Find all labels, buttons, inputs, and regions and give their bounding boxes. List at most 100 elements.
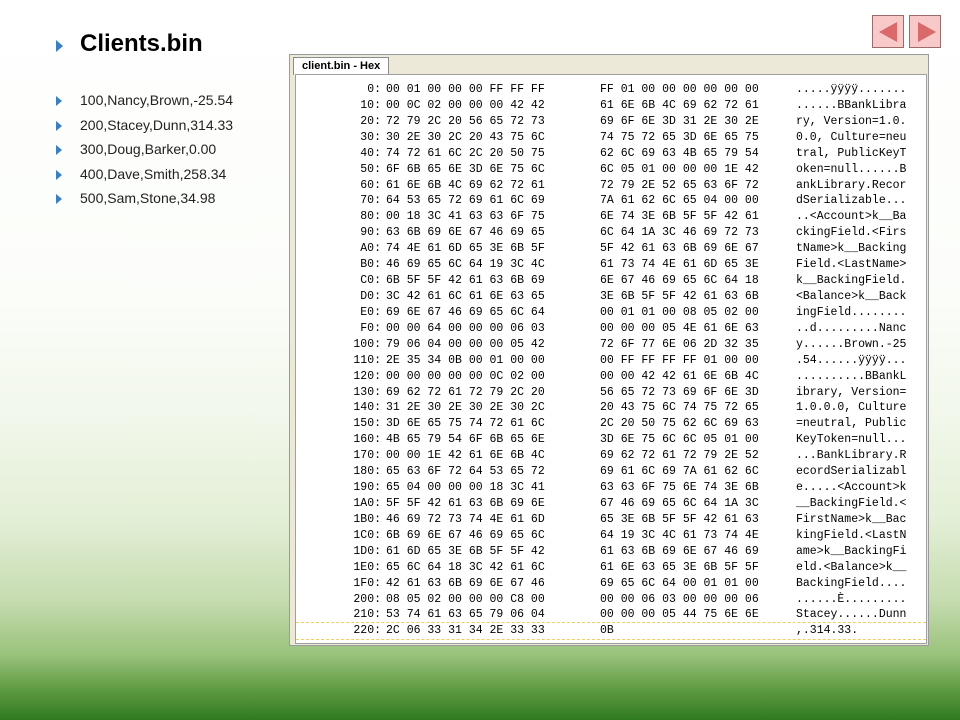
hex-row: 1C0: 6B 69 6E 67 46 69 65 6C 64 19 3C 4C 6… bbox=[296, 528, 926, 544]
page-title: Clients.bin bbox=[80, 30, 203, 57]
ascii-text: y......Brown.-25 bbox=[796, 337, 907, 351]
hex-bytes-first: 3C 42 61 6C 61 6E 63 65 bbox=[386, 289, 545, 303]
hex-offset: 180: bbox=[353, 465, 381, 479]
ascii-text: ibrary, Version= bbox=[796, 385, 907, 399]
hex-row: 80: 00 18 3C 41 63 63 6F 75 6E 74 3E 6B 5F… bbox=[296, 209, 926, 225]
hex-bytes-second: 61 6E 63 65 3E 6B 5F 5F bbox=[600, 560, 759, 574]
ascii-text: ..........BBankL bbox=[796, 369, 907, 383]
ascii-text: 1.0.0.0, Culture bbox=[796, 401, 907, 415]
hex-bytes-second: 3E 6B 5F 5F 42 61 63 6B bbox=[600, 289, 759, 303]
hex-bytes-first: 00 0C 02 00 00 00 42 42 bbox=[386, 98, 545, 112]
ascii-text: eld.<Balance>k__ bbox=[796, 560, 907, 574]
hex-bytes-first: 00 00 64 00 00 00 06 03 bbox=[386, 321, 545, 335]
hex-bytes-second: 62 6C 69 63 4B 65 79 54 bbox=[600, 146, 759, 160]
hex-bytes-first: 4B 65 79 54 6F 6B 65 6E bbox=[386, 433, 545, 447]
hex-row: 150: 3D 6E 65 75 74 72 61 6C 2C 20 50 75 6… bbox=[296, 416, 926, 432]
client-record-3: 300,Doug,Barker,0.00 bbox=[80, 141, 217, 157]
ascii-text: .54......ÿÿÿÿ... bbox=[796, 353, 907, 367]
hex-offset: 210: bbox=[353, 608, 381, 622]
hex-bytes-first: 61 6D 65 3E 6B 5F 5F 42 bbox=[386, 544, 545, 558]
client-bullet-icon bbox=[56, 145, 62, 155]
hex-offset: B0: bbox=[360, 258, 381, 272]
hex-bytes-first: 00 01 00 00 00 FF FF FF bbox=[386, 83, 545, 96]
hex-row: 30: 30 2E 30 2C 20 43 75 6C 74 75 72 65 3D… bbox=[296, 130, 926, 146]
ascii-text: ..<Account>k__Ba bbox=[796, 210, 907, 224]
hex-row: 170: 00 00 1E 42 61 6E 6B 4C 69 62 72 61 7… bbox=[296, 448, 926, 464]
ascii-text: kingField.<LastN bbox=[796, 528, 907, 542]
hex-bytes-second: 74 75 72 65 3D 6E 65 75 bbox=[600, 130, 759, 144]
hex-row: 100: 79 06 04 00 00 00 05 42 72 6F 77 6E 0… bbox=[296, 337, 926, 353]
hex-offset: 1A0: bbox=[353, 496, 381, 510]
ascii-text: .....ÿÿÿÿ....... bbox=[796, 83, 907, 96]
ascii-text: ckingField.<Firs bbox=[796, 226, 907, 240]
hex-row: C0: 6B 5F 5F 42 61 63 6B 69 6E 67 46 69 65… bbox=[296, 273, 926, 289]
triangle-left-icon bbox=[879, 22, 897, 42]
hex-offset: D0: bbox=[360, 289, 381, 303]
hex-offset: F0: bbox=[360, 321, 381, 335]
hex-bytes-second: 00 00 00 05 44 75 6E 6E bbox=[600, 608, 759, 622]
hex-offset: 50: bbox=[360, 162, 381, 176]
hex-bytes-first: 65 63 6F 72 64 53 65 72 bbox=[386, 465, 545, 479]
hex-bytes-first: 74 72 61 6C 2C 20 50 75 bbox=[386, 146, 545, 160]
hex-row: 1D0: 61 6D 65 3E 6B 5F 5F 42 61 63 6B 69 6… bbox=[296, 544, 926, 560]
hex-bytes-second: 00 FF FF FF FF 01 00 00 bbox=[600, 353, 759, 367]
ascii-text: dSerializable... bbox=[796, 194, 907, 208]
ascii-text: =neutral, Public bbox=[796, 417, 907, 431]
hex-bytes-first: 31 2E 30 2E 30 2E 30 2C bbox=[386, 401, 545, 415]
hex-bytes-first: 65 04 00 00 00 18 3C 41 bbox=[386, 481, 545, 495]
hex-bytes-first: 6B 69 6E 67 46 69 65 6C bbox=[386, 528, 545, 542]
hex-bytes-second: 69 62 72 61 72 79 2E 52 bbox=[600, 449, 759, 463]
ascii-text: ame>k__BackingFi bbox=[796, 544, 907, 558]
hex-bytes-first: 00 18 3C 41 63 63 6F 75 bbox=[386, 210, 545, 224]
hex-row: 130: 69 62 72 61 72 79 2C 20 56 65 72 73 6… bbox=[296, 385, 926, 401]
hex-offset: 170: bbox=[353, 449, 381, 463]
hex-dump-panel[interactable]: 0: 00 01 00 00 00 FF FF FF FF 01 00 00 00 … bbox=[295, 74, 927, 644]
hex-bytes-first: 64 53 65 72 69 61 6C 69 bbox=[386, 194, 545, 208]
hex-viewer-tab[interactable]: client.bin - Hex bbox=[293, 57, 390, 75]
ascii-text: ...BankLibrary.R bbox=[796, 449, 907, 463]
hex-bytes-second: 61 6E 6B 4C 69 62 72 61 bbox=[600, 98, 759, 112]
hex-bytes-second: 6C 05 01 00 00 00 1E 42 bbox=[600, 162, 759, 176]
hex-row: 220: 2C 06 33 31 34 2E 33 33 0B ,.314.33. bbox=[296, 622, 926, 641]
hex-bytes-first: 69 62 72 61 72 79 2C 20 bbox=[386, 385, 545, 399]
hex-bytes-first: 65 6C 64 18 3C 42 61 6C bbox=[386, 560, 545, 574]
hex-row: 20: 72 79 2C 20 56 65 72 73 69 6F 6E 3D 31… bbox=[296, 114, 926, 130]
hex-offset: 120: bbox=[353, 369, 381, 383]
hex-row: B0: 46 69 65 6C 64 19 3C 4C 61 73 74 4E 61… bbox=[296, 257, 926, 273]
hex-offset: 110: bbox=[353, 353, 381, 367]
ascii-text: tral, PublicKeyT bbox=[796, 146, 907, 160]
client-record-1: 100,Nancy,Brown,-25.54 bbox=[80, 92, 234, 108]
client-record-5: 500,Sam,Stone,34.98 bbox=[80, 190, 216, 206]
hex-row: D0: 3C 42 61 6C 61 6E 63 65 3E 6B 5F 5F 42… bbox=[296, 289, 926, 305]
ascii-text: ry, Version=1.0. bbox=[796, 114, 907, 128]
hex-offset: 1B0: bbox=[353, 512, 381, 526]
hex-row: 190: 65 04 00 00 00 18 3C 41 63 63 6F 75 6… bbox=[296, 480, 926, 496]
hex-bytes-second: 6E 74 3E 6B 5F 5F 42 61 bbox=[600, 210, 759, 224]
hex-bytes-first: 2C 06 33 31 34 2E 33 33 bbox=[386, 624, 545, 638]
next-slide-button[interactable] bbox=[909, 15, 941, 48]
hex-row: 1A0: 5F 5F 42 61 63 6B 69 6E 67 46 69 65 6… bbox=[296, 496, 926, 512]
hex-bytes-first: 61 6E 6B 4C 69 62 72 61 bbox=[386, 178, 545, 192]
client-bullet-icon bbox=[56, 170, 62, 180]
hex-offset: 60: bbox=[360, 178, 381, 192]
previous-slide-button[interactable] bbox=[872, 15, 904, 48]
hex-viewer-window: client.bin - Hex 0: 00 01 00 00 00 FF FF … bbox=[289, 54, 929, 646]
hex-offset: 30: bbox=[360, 130, 381, 144]
hex-offset: 140: bbox=[353, 401, 381, 415]
hex-bytes-second: 67 46 69 65 6C 64 1A 3C bbox=[600, 496, 759, 510]
hex-bytes-second: 6C 64 1A 3C 46 69 72 73 bbox=[600, 226, 759, 240]
client-record-4: 400,Dave,Smith,258.34 bbox=[80, 166, 227, 182]
hex-bytes-second: 72 79 2E 52 65 63 6F 72 bbox=[600, 178, 759, 192]
ascii-text: ingField........ bbox=[796, 305, 907, 319]
hex-bytes-first: 46 69 65 6C 64 19 3C 4C bbox=[386, 258, 545, 272]
hex-bytes-second: 56 65 72 73 69 6F 6E 3D bbox=[600, 385, 759, 399]
client-record-2: 200,Stacey,Dunn,314.33 bbox=[80, 117, 234, 133]
ascii-text: ,.314.33. bbox=[796, 624, 859, 638]
hex-row: E0: 69 6E 67 46 69 65 6C 64 00 01 01 00 08… bbox=[296, 305, 926, 321]
hex-bytes-second: 0B bbox=[600, 624, 614, 638]
hex-bytes-first: 46 69 72 73 74 4E 61 6D bbox=[386, 512, 545, 526]
hex-offset: 130: bbox=[353, 385, 381, 399]
hex-offset: 1E0: bbox=[353, 560, 381, 574]
hex-row: 60: 61 6E 6B 4C 69 62 72 61 72 79 2E 52 65… bbox=[296, 178, 926, 194]
hex-bytes-first: 00 00 00 00 00 0C 02 00 bbox=[386, 369, 545, 383]
